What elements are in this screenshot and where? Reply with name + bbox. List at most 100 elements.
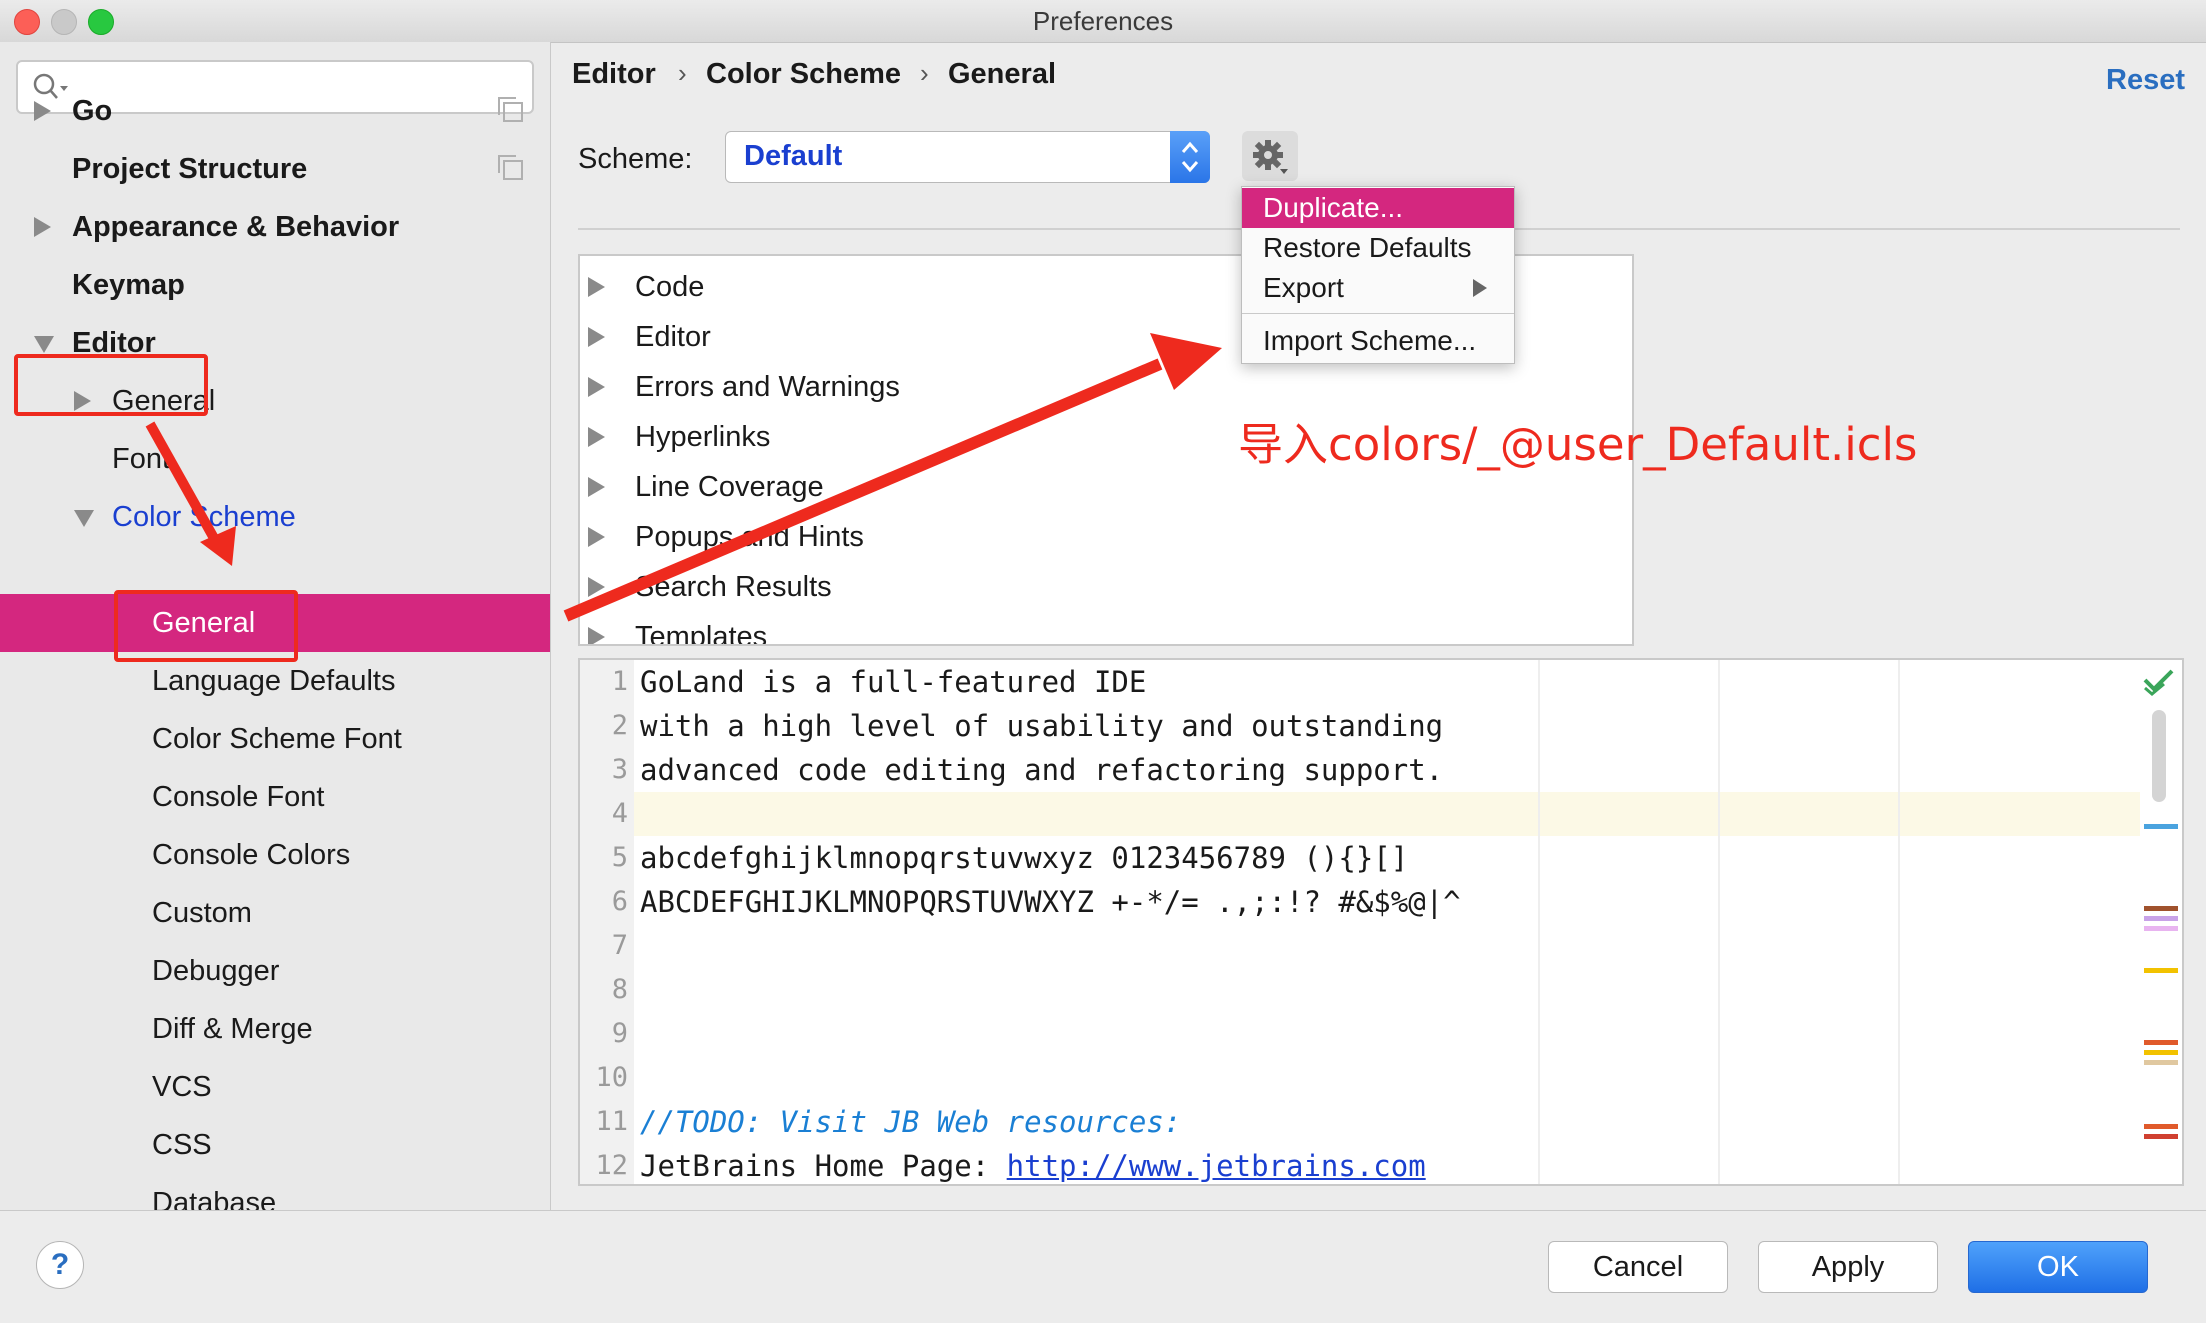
check-icon [2143, 669, 2174, 696]
indent-guide [1898, 660, 1900, 1184]
menu-item-duplicate[interactable]: Duplicate... [1242, 188, 1514, 228]
sidebar-item-css[interactable]: CSS [0, 1116, 550, 1174]
tree-item-label: Errors and Warnings [635, 371, 900, 403]
line-number: 12 [595, 1150, 628, 1181]
line-number: 2 [611, 710, 628, 741]
expand-arrow-icon[interactable] [588, 577, 605, 597]
sidebar-item-appearance-behavior[interactable]: Appearance & Behavior [0, 198, 550, 256]
line-number: 1 [611, 666, 628, 697]
tree-item-label: Line Coverage [635, 471, 824, 503]
error-stripe-marker[interactable] [2144, 1040, 2178, 1045]
error-stripe-marker[interactable] [2144, 1060, 2178, 1065]
tree-item-label: Editor [635, 321, 711, 353]
line-number: 5 [611, 842, 628, 873]
sidebar-item-vcs[interactable]: VCS [0, 1058, 550, 1116]
collapse-arrow-icon[interactable] [34, 336, 54, 353]
sidebar-item-label: Appearance & Behavior [72, 211, 400, 243]
breadcrumb-editor[interactable]: Editor [572, 58, 656, 91]
help-button[interactable]: ? [36, 1241, 84, 1289]
sidebar-item-label: Color Scheme [112, 501, 296, 533]
code-line: with a high level of usability and outst… [640, 709, 1444, 743]
breadcrumb-color-scheme[interactable]: Color Scheme [706, 58, 901, 91]
code-line: GoLand is a full-featured IDE [640, 665, 1147, 699]
expand-arrow-icon[interactable] [34, 101, 51, 121]
line-number: 6 [611, 886, 628, 917]
error-stripe-marker[interactable] [2144, 926, 2178, 931]
sidebar-item-diff-merge[interactable]: Diff & Merge [0, 1000, 550, 1058]
line-number: 11 [595, 1106, 628, 1137]
line-number: 7 [611, 930, 628, 961]
code-preview[interactable]: 1 2 3 4 5 6 7 8 9 10 11 12 GoLand is a f… [578, 658, 2184, 1186]
sidebar-item-color-scheme-font[interactable]: Color Scheme Font [0, 710, 550, 768]
scheme-label: Scheme: [578, 143, 693, 175]
scheme-actions-menu: Duplicate... Restore Defaults Export Imp… [1241, 186, 1515, 364]
tree-item-label: Popups and Hints [635, 521, 864, 553]
expand-arrow-icon[interactable] [588, 327, 605, 347]
breadcrumb-separator: › [920, 58, 929, 88]
jetbrains-url-link[interactable]: http://www.jetbrains.com [1007, 1149, 1426, 1183]
error-stripe-marker[interactable] [2144, 968, 2178, 973]
line-number: 4 [611, 798, 628, 829]
sidebar-item-font[interactable]: Font [0, 430, 550, 488]
menu-separator [1242, 313, 1514, 314]
sidebar-item-label: VCS [152, 1071, 212, 1103]
project-level-icon [498, 97, 523, 122]
scheme-value: Default [744, 140, 843, 172]
expand-arrow-icon[interactable] [588, 377, 605, 397]
expand-arrow-icon[interactable] [588, 277, 605, 297]
expand-arrow-icon[interactable] [588, 627, 605, 644]
apply-button[interactable]: Apply [1758, 1241, 1938, 1293]
submenu-arrow-icon [1473, 279, 1487, 297]
error-stripe-marker[interactable] [2144, 1134, 2178, 1139]
sidebar-item-label: CSS [152, 1129, 212, 1161]
cancel-button[interactable]: Cancel [1548, 1241, 1728, 1293]
scheme-select[interactable]: Default [725, 131, 1210, 183]
sidebar-item-debugger[interactable]: Debugger [0, 942, 550, 1000]
title-bar: Preferences [0, 0, 2206, 43]
sidebar-item-database[interactable]: Database [0, 1174, 550, 1210]
ok-button[interactable]: OK [1968, 1241, 2148, 1293]
breadcrumb-general: General [948, 58, 1056, 90]
line-number: 9 [611, 1018, 628, 1049]
sidebar-item-project-structure[interactable]: Project Structure [0, 140, 550, 198]
error-stripe-marker[interactable] [2144, 916, 2178, 921]
breadcrumb-separator: › [678, 58, 687, 88]
expand-arrow-icon[interactable] [588, 527, 605, 547]
sidebar-item-keymap[interactable]: Keymap [0, 256, 550, 314]
code-line: ABCDEFGHIJKLMNOPQRSTUVWXYZ +-*/= .,;:!? … [640, 885, 1461, 919]
annotation-box-general [114, 590, 298, 662]
indent-guide [1538, 660, 1540, 1184]
error-stripe-marker[interactable] [2144, 906, 2178, 911]
menu-item-label: Duplicate... [1263, 192, 1404, 223]
sidebar-item-label: Keymap [72, 269, 185, 301]
chevron-updown-icon[interactable] [1170, 131, 1210, 183]
code-line: JetBrains Home Page: http://www.jetbrain… [640, 1144, 1426, 1184]
sidebar-item-custom[interactable]: Custom [0, 884, 550, 942]
current-line-highlight [580, 792, 2140, 836]
sidebar-item-color-scheme[interactable]: Color Scheme [0, 488, 550, 546]
sidebar-item-label: Go [72, 95, 113, 127]
menu-item-restore-defaults[interactable]: Restore Defaults [1242, 228, 1514, 268]
sidebar-item-go[interactable]: Go [0, 82, 550, 140]
indent-guide [1718, 660, 1720, 1184]
error-stripe-marker[interactable] [2144, 1050, 2178, 1055]
menu-item-label: Import Scheme... [1263, 325, 1477, 356]
sidebar-item-console-colors[interactable]: Console Colors [0, 826, 550, 884]
sidebar-item-label: Font [112, 443, 171, 475]
menu-item-export[interactable]: Export [1242, 268, 1514, 308]
scheme-actions-gear-button[interactable] [1242, 131, 1298, 181]
sidebar-item-label: Custom [152, 897, 252, 929]
sidebar-item-console-font[interactable]: Console Font [0, 768, 550, 826]
reset-link[interactable]: Reset [2106, 64, 2185, 97]
collapse-arrow-icon[interactable] [74, 510, 94, 527]
expand-arrow-icon[interactable] [34, 217, 51, 237]
expand-arrow-icon[interactable] [588, 477, 605, 497]
error-stripe-marker[interactable] [2144, 1124, 2178, 1129]
todo-comment-line: //TODO: Visit JB Web resources: [640, 1105, 1182, 1139]
menu-item-import-scheme[interactable]: Import Scheme... [1242, 321, 1514, 361]
error-stripe-marker[interactable] [2144, 824, 2178, 829]
expand-arrow-icon[interactable] [588, 427, 605, 447]
sidebar-item-label: Console Colors [152, 839, 351, 871]
tree-item-label: Templates [635, 621, 768, 646]
vertical-scrollbar-thumb[interactable] [2152, 710, 2166, 802]
